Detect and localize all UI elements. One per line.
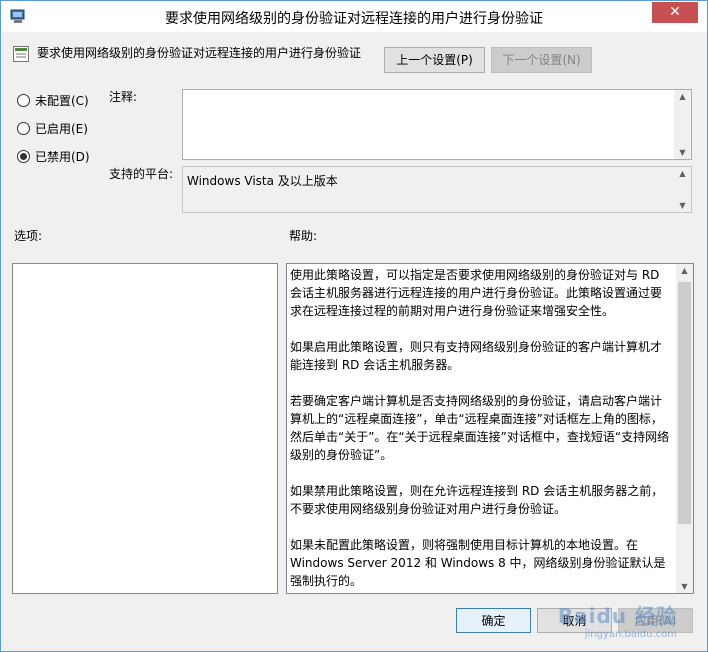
options-label: 选项: [14, 229, 43, 243]
comment-textbox[interactable]: ▲ ▼ [182, 89, 692, 160]
radio-circle[interactable] [17, 121, 30, 135]
watermark-sub: jingyan.baidu.com [584, 629, 677, 640]
comment-scrollbar[interactable]: ▲ ▼ [674, 90, 691, 159]
previous-setting-button[interactable]: 上一个设置(P) [384, 47, 485, 73]
help-label: 帮助: [289, 229, 318, 243]
title-bar: 要求使用网络级别的身份验证对远程连接的用户进行身份验证 ✕ [1, 1, 707, 32]
radio-disabled[interactable]: 已禁用(D) [17, 147, 90, 165]
radio-not-configured[interactable]: 未配置(C) [17, 91, 89, 109]
platform-value: Windows Vista 及以上版本 [187, 174, 338, 188]
help-panel: 使用此策略设置，可以指定是否要求使用网络级别的身份验证对与 RD 会话主机服务器… [286, 263, 694, 594]
options-panel [12, 263, 278, 594]
scroll-down-icon[interactable]: ▼ [674, 148, 691, 157]
radio-enabled[interactable]: 已启用(E) [17, 119, 88, 137]
platform-scrollbar[interactable]: ▲ ▼ [674, 167, 691, 212]
radio-circle[interactable] [17, 93, 30, 107]
scroll-thumb[interactable] [678, 282, 691, 524]
help-paragraph: 如果禁用此策略设置，则在允许远程连接到 RD 会话主机服务器之前，不要求使用网络… [290, 484, 664, 516]
watermark-main: Baidu 经验 [557, 604, 677, 628]
window-title: 要求使用网络级别的身份验证对远程连接的用户进行身份验证 [165, 11, 543, 27]
scroll-up-icon[interactable]: ▲ [674, 92, 691, 101]
ok-button[interactable]: 确定 [456, 608, 531, 633]
policy-setting-icon [13, 46, 29, 62]
scroll-down-icon[interactable]: ▼ [674, 201, 691, 210]
scroll-down-icon[interactable]: ▼ [676, 582, 693, 591]
policy-dialog-window: 要求使用网络级别的身份验证对远程连接的用户进行身份验证 ✕ 要求使用网络级别的身… [0, 0, 708, 652]
dialog-content: 要求使用网络级别的身份验证对远程连接的用户进行身份验证 上一个设置(P) 下一个… [1, 32, 707, 652]
baidu-watermark: Baidu 经验 jingyan.baidu.com [558, 600, 677, 640]
scroll-up-icon[interactable]: ▲ [676, 266, 693, 275]
platform-label: 支持的平台: [109, 167, 174, 181]
policy-name: 要求使用网络级别的身份验证对远程连接的用户进行身份验证 [37, 46, 362, 60]
radio-label: 已启用(E) [35, 121, 88, 136]
close-button[interactable]: ✕ [652, 2, 698, 23]
scroll-up-icon[interactable]: ▲ [674, 169, 691, 178]
help-paragraph: 如果启用此策略设置，则只有支持网络级别身份验证的客户端计算机才能连接到 RD 会… [290, 340, 663, 372]
help-scrollbar[interactable]: ▲ ▼ [676, 264, 693, 593]
next-setting-button[interactable]: 下一个设置(N) [491, 47, 592, 73]
help-paragraph: 使用此策略设置，可以指定是否要求使用网络级别的身份验证对与 RD 会话主机服务器… [290, 268, 663, 318]
radio-label: 已禁用(D) [35, 149, 90, 164]
radio-label: 未配置(C) [35, 93, 89, 108]
platform-field: Windows Vista 及以上版本 ▲ ▼ [182, 166, 692, 213]
help-paragraph: 如果未配置此策略设置，则将强制使用目标计算机的本地设置。在 Windows Se… [290, 538, 666, 588]
help-paragraph: 若要确定客户端计算机是否支持网络级别的身份验证，请启动客户端计算机上的“远程桌面… [290, 394, 670, 462]
help-text: 使用此策略设置，可以指定是否要求使用网络级别的身份验证对与 RD 会话主机服务器… [290, 266, 673, 608]
radio-circle[interactable] [17, 149, 30, 163]
comment-label: 注释: [109, 90, 138, 104]
